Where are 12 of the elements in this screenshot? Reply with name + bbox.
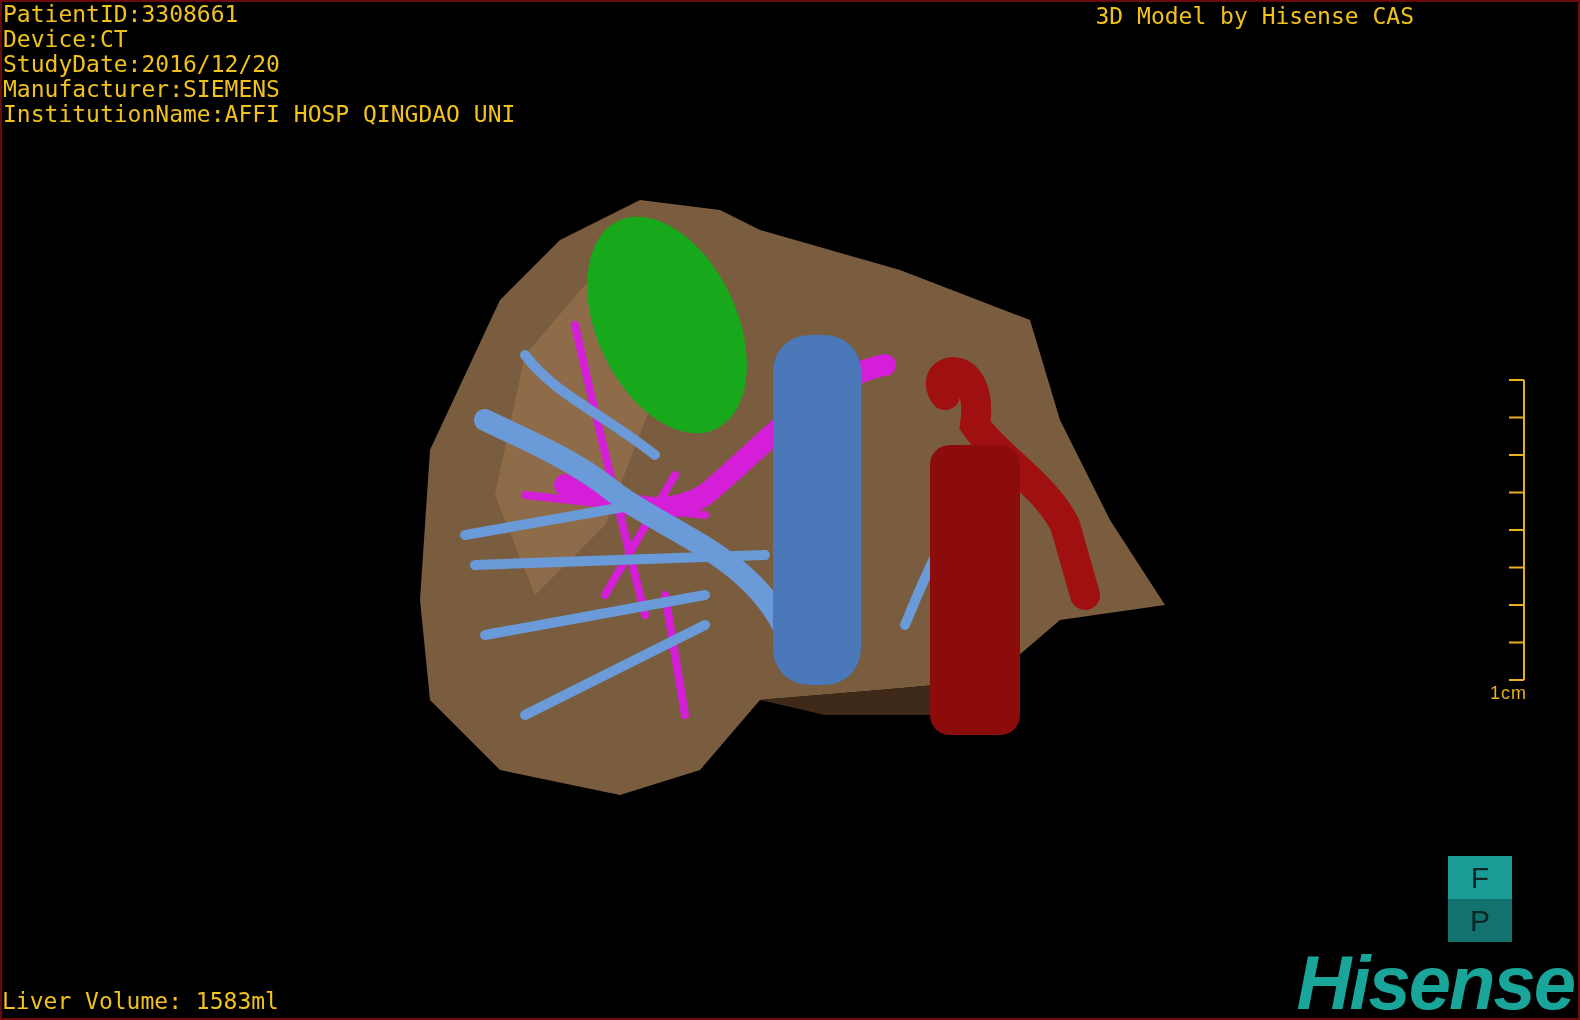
liver-volume-text: Liver Volume: 1583ml [2, 989, 279, 1014]
info-text: PatientID:3308661 [3, 2, 239, 27]
orientation-posterior-label: P [1448, 899, 1512, 942]
info-text: StudyDate:2016/12/20 [3, 52, 280, 77]
scale-label: 1cm [1490, 683, 1527, 704]
credit-text: 3D Model by Hisense CAS [1095, 4, 1414, 29]
info-text: InstitutionName:AFFI HOSP QINGDAO UNI [3, 102, 516, 127]
orientation-indicator[interactable]: F P [1448, 856, 1512, 942]
info-text: Device:CT [3, 27, 128, 52]
orientation-front-label: F [1448, 856, 1512, 899]
brand-logo: Hisense [1296, 948, 1574, 1018]
info-text: Manufacturer:SIEMENS [3, 77, 280, 102]
